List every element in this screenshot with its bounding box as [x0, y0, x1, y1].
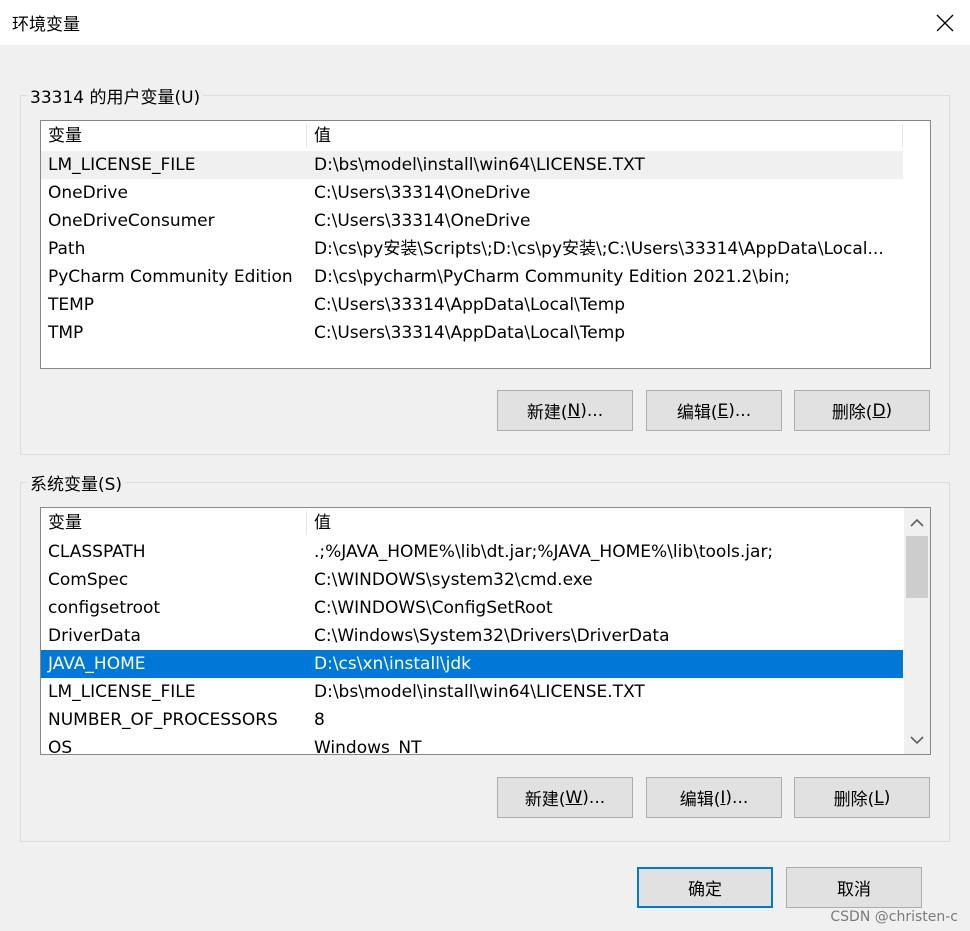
table-row[interactable]: configsetroot C:\WINDOWS\ConfigSetRoot	[41, 594, 903, 622]
vertical-scrollbar[interactable]	[904, 508, 930, 754]
close-icon	[936, 14, 954, 31]
table-row[interactable]: ComSpec C:\WINDOWS\system32\cmd.exe	[41, 566, 903, 594]
list-header: 变量 值	[41, 508, 903, 538]
variable-name: DriverData	[48, 626, 141, 646]
button-accesskey: N	[567, 400, 581, 421]
variable-name: Path	[48, 239, 86, 259]
button-label: 删除(	[831, 403, 873, 423]
table-row[interactable]: CLASSPATH .;%JAVA_HOME%\lib\dt.jar;%JAVA…	[41, 538, 903, 566]
button-accesskey: D	[872, 400, 886, 421]
variable-value: C:\WINDOWS\system32\cmd.exe	[314, 570, 593, 590]
button-label-suffix: )...	[728, 400, 752, 421]
button-label: 新建(	[526, 403, 568, 423]
table-row[interactable]: LM_LICENSE_FILE D:\bs\model\install\win6…	[41, 678, 903, 706]
button-accesskey: E	[717, 400, 729, 421]
variable-name: CLASSPATH	[48, 542, 146, 562]
chevron-up-icon	[910, 518, 924, 527]
variable-value: C:\WINDOWS\ConfigSetRoot	[314, 598, 553, 618]
table-row[interactable]: OneDrive C:\Users\33314\OneDrive	[41, 179, 903, 207]
variable-value: 8	[314, 710, 325, 730]
user-edit-button[interactable]: 编辑(E)...	[646, 390, 782, 431]
variable-value: Windows_NT	[314, 738, 422, 755]
table-row[interactable]: OS Windows_NT	[41, 734, 903, 755]
table-row[interactable]: DriverData C:\Windows\System32\Drivers\D…	[41, 622, 903, 650]
variable-value: D:\cs\py安装\Scripts\;D:\cs\py安装\;C:\Users…	[314, 239, 884, 259]
variable-value: C:\Users\33314\OneDrive	[314, 183, 531, 203]
window-title: 环境变量	[12, 15, 80, 35]
table-row-selected[interactable]: JAVA_HOME D:\cs\xn\install\jdk	[41, 650, 903, 678]
table-row[interactable]: PyCharm Community Edition D:\cs\pycharm\…	[41, 263, 903, 291]
button-label: 编辑(	[676, 403, 718, 423]
variable-name: OneDriveConsumer	[48, 211, 215, 231]
variable-name: PyCharm Community Edition	[48, 267, 293, 287]
table-row[interactable]: TMP C:\Users\33314\AppData\Local\Temp	[41, 319, 903, 347]
variable-name: NUMBER_OF_PROCESSORS	[48, 710, 278, 730]
list-header: 变量 值	[41, 121, 903, 151]
user-new-button[interactable]: 新建(N)...	[497, 390, 633, 431]
table-row[interactable]: TEMP C:\Users\33314\AppData\Local\Temp	[41, 291, 903, 319]
system-variables-list[interactable]: 变量 值 CLASSPATH .;%JAVA_HOME%\lib\dt.jar;…	[40, 507, 931, 755]
variable-value: D:\cs\xn\install\jdk	[314, 654, 472, 674]
scroll-down-button[interactable]	[904, 726, 930, 754]
table-row[interactable]: LM_LICENSE_FILE D:\bs\model\install\win6…	[41, 151, 903, 179]
variable-value: D:\bs\model\install\win64\LICENSE.TXT	[314, 155, 645, 175]
table-row[interactable]: OneDriveConsumer C:\Users\33314\OneDrive	[41, 207, 903, 235]
scrollbar-thumb[interactable]	[906, 536, 928, 598]
variable-name: TEMP	[48, 295, 95, 315]
button-label-suffix: )...	[725, 787, 749, 808]
ok-button[interactable]: 确定	[637, 867, 773, 908]
button-accesskey: W	[565, 787, 583, 808]
table-row[interactable]: NUMBER_OF_PROCESSORS 8	[41, 706, 903, 734]
button-label-suffix: )...	[580, 400, 604, 421]
variable-value: .;%JAVA_HOME%\lib\dt.jar;%JAVA_HOME%\lib…	[314, 542, 774, 562]
variable-value: D:\bs\model\install\win64\LICENSE.TXT	[314, 682, 645, 702]
variable-name: OneDrive	[48, 183, 128, 203]
column-header-value[interactable]: 值	[307, 121, 902, 151]
variable-value: C:\Users\33314\OneDrive	[314, 211, 531, 231]
watermark: CSDN @christen-c	[830, 909, 958, 925]
close-button[interactable]	[920, 0, 970, 45]
system-delete-button[interactable]: 删除(L)	[794, 777, 930, 818]
button-label: 编辑(	[679, 790, 721, 810]
button-accesskey: L	[874, 787, 884, 808]
variable-value: D:\cs\pycharm\PyCharm Community Edition …	[314, 267, 791, 287]
variable-name: OS	[48, 738, 73, 755]
column-header-variable[interactable]: 变量	[41, 508, 306, 538]
button-label-suffix: )	[883, 787, 891, 808]
variable-value: C:\Windows\System32\Drivers\DriverData	[314, 626, 670, 646]
table-row[interactable]: Path D:\cs\py安装\Scripts\;D:\cs\py安装\;C:\…	[41, 235, 903, 263]
button-label-suffix: )...	[582, 787, 606, 808]
column-header-variable[interactable]: 变量	[41, 121, 306, 151]
system-new-button[interactable]: 新建(W)...	[497, 777, 633, 818]
variable-name: LM_LICENSE_FILE	[48, 155, 196, 175]
variable-value: C:\Users\33314\AppData\Local\Temp	[314, 323, 626, 343]
system-variables-legend: 系统变量(S)	[30, 475, 123, 495]
button-label: 删除(	[833, 790, 875, 810]
variable-value: C:\Users\33314\AppData\Local\Temp	[314, 295, 626, 315]
variable-name: configsetroot	[48, 598, 161, 618]
variable-name: ComSpec	[48, 570, 129, 590]
system-edit-button[interactable]: 编辑(I)...	[646, 777, 782, 818]
variable-name: JAVA_HOME	[48, 654, 146, 674]
scroll-up-button[interactable]	[904, 508, 930, 536]
variable-name: LM_LICENSE_FILE	[48, 682, 196, 702]
user-variables-legend: 33314 的用户变量(U)	[30, 88, 201, 108]
user-variables-list[interactable]: 变量 值 LM_LICENSE_FILE D:\bs\model\install…	[40, 120, 931, 369]
column-divider[interactable]	[902, 124, 903, 148]
user-delete-button[interactable]: 删除(D)	[794, 390, 930, 431]
column-header-value[interactable]: 值	[307, 508, 902, 538]
cancel-button[interactable]: 取消	[786, 867, 922, 908]
button-label: 新建(	[524, 790, 566, 810]
variable-name: TMP	[48, 323, 84, 343]
chevron-down-icon	[910, 735, 924, 744]
button-label-suffix: )	[885, 400, 893, 421]
title-bar: 环境变量	[0, 0, 970, 45]
